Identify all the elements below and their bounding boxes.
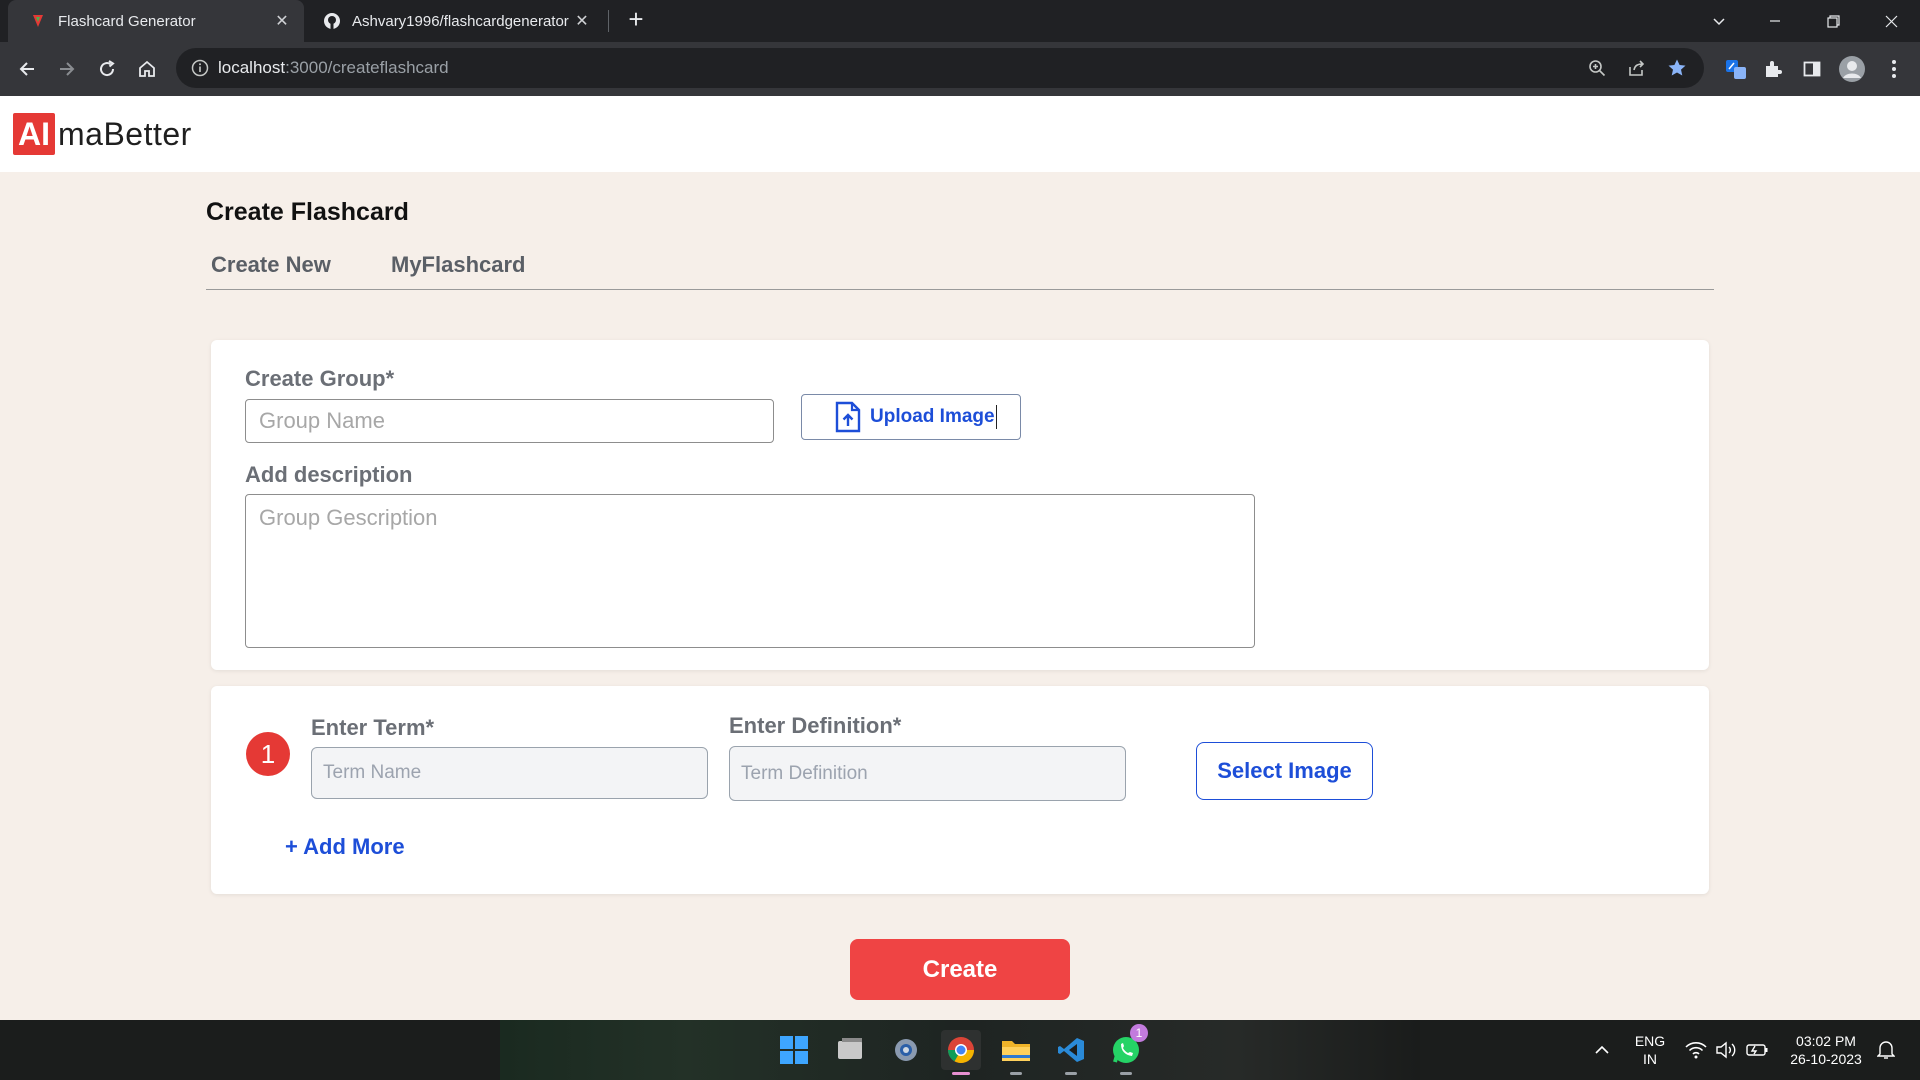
active-indicator bbox=[952, 1072, 970, 1075]
vscode-icon[interactable] bbox=[1051, 1030, 1091, 1075]
tab-my-flashcard[interactable]: MyFlashcard bbox=[391, 252, 526, 278]
task-view-icon[interactable] bbox=[830, 1030, 870, 1070]
close-tab-icon[interactable]: ✕ bbox=[570, 11, 594, 31]
term-number-badge: 1 bbox=[246, 732, 290, 776]
tab-separator bbox=[608, 10, 609, 32]
volume-icon[interactable] bbox=[1714, 1038, 1738, 1062]
nav-divider bbox=[206, 289, 1714, 290]
whatsapp-icon[interactable]: 1 bbox=[1106, 1024, 1148, 1075]
page-title: Create Flashcard bbox=[206, 198, 409, 226]
new-tab-button[interactable]: + bbox=[622, 6, 650, 34]
tab-flashcard-generator[interactable]: Flashcard Generator ✕ bbox=[8, 0, 304, 42]
text-caret bbox=[995, 405, 998, 429]
logo-mark: AI bbox=[13, 113, 55, 155]
tab-search-chevron-icon[interactable] bbox=[1696, 0, 1742, 42]
running-indicator bbox=[1010, 1072, 1022, 1075]
language-indicator[interactable]: ENG IN bbox=[1630, 1032, 1670, 1068]
upload-image-label: Upload Image bbox=[870, 406, 995, 427]
running-indicator bbox=[1120, 1072, 1132, 1075]
browser-tab-bar: Flashcard Generator ✕ Ashvary1996/flashc… bbox=[0, 0, 1920, 42]
group-description-textarea[interactable]: Group Gescription bbox=[245, 494, 1255, 648]
side-panel-icon[interactable] bbox=[1796, 53, 1828, 85]
site-info-icon[interactable] bbox=[190, 58, 210, 78]
file-explorer-icon[interactable] bbox=[996, 1030, 1036, 1075]
browser-toolbar: localhost:3000/createflashcard bbox=[0, 42, 1920, 96]
file-upload-icon bbox=[835, 401, 861, 433]
github-icon bbox=[324, 13, 340, 29]
tab-title: Flashcard Generator bbox=[58, 12, 196, 30]
tab-title: Ashvary1996/flashcardgenerator bbox=[352, 12, 569, 30]
clock[interactable]: 03:02 PM 26-10-2023 bbox=[1778, 1032, 1874, 1068]
notification-badge: 1 bbox=[1130, 1024, 1148, 1042]
upload-image-button[interactable]: Upload Image bbox=[801, 394, 1021, 440]
app-header: AI maBetter bbox=[0, 96, 1920, 172]
create-group-label: Create Group* bbox=[245, 366, 395, 391]
definition-label: Enter Definition* bbox=[729, 713, 902, 738]
chrome-taskbar-icon[interactable] bbox=[941, 1030, 981, 1075]
clock-time: 03:02 PM bbox=[1796, 1033, 1856, 1049]
back-icon[interactable] bbox=[12, 54, 42, 84]
select-image-button[interactable]: Select Image bbox=[1196, 742, 1373, 800]
address-bar[interactable]: localhost:3000/createflashcard bbox=[176, 48, 1704, 88]
close-tab-icon[interactable]: ✕ bbox=[270, 11, 294, 31]
logo-text: maBetter bbox=[58, 115, 192, 152]
browser-menu-icon[interactable] bbox=[1878, 53, 1910, 85]
description-label: Add description bbox=[245, 462, 413, 487]
bookmark-star-icon[interactable] bbox=[1666, 57, 1688, 79]
running-indicator bbox=[1065, 1072, 1077, 1075]
create-button[interactable]: Create bbox=[850, 939, 1070, 1000]
share-icon[interactable] bbox=[1626, 57, 1648, 79]
close-window-icon[interactable] bbox=[1868, 0, 1914, 42]
forward-icon[interactable] bbox=[52, 54, 82, 84]
home-icon[interactable] bbox=[132, 54, 162, 84]
add-more-button[interactable]: + Add More bbox=[285, 834, 405, 860]
clock-date: 26-10-2023 bbox=[1790, 1051, 1862, 1067]
settings-gear-icon[interactable] bbox=[886, 1030, 926, 1070]
term-name-input[interactable]: Term Name bbox=[311, 747, 708, 799]
profile-avatar[interactable] bbox=[1836, 53, 1868, 85]
almabetter-logo[interactable]: AI maBetter bbox=[13, 113, 192, 155]
term-label: Enter Term* bbox=[311, 715, 435, 740]
group-name-input[interactable]: Group Name bbox=[245, 399, 774, 443]
show-hidden-icons-chevron-icon[interactable] bbox=[1590, 1038, 1614, 1062]
wifi-icon[interactable] bbox=[1684, 1038, 1708, 1062]
term-definition-input[interactable]: Term Definition bbox=[729, 746, 1126, 801]
windows-taskbar: 1 ENG IN 03:02 PM 26-10-2023 bbox=[0, 1020, 1920, 1080]
zoom-icon[interactable] bbox=[1586, 57, 1608, 79]
battery-icon[interactable] bbox=[1745, 1038, 1769, 1062]
translate-extension-icon[interactable] bbox=[1720, 53, 1752, 85]
notification-bell-icon[interactable] bbox=[1874, 1038, 1898, 1062]
windows-start-icon[interactable] bbox=[774, 1030, 814, 1070]
tab-github[interactable]: Ashvary1996/flashcardgenerator ✕ bbox=[306, 0, 604, 42]
extensions-puzzle-icon[interactable] bbox=[1757, 53, 1789, 85]
tab-create-new[interactable]: Create New bbox=[211, 252, 331, 278]
url-text: localhost:3000/createflashcard bbox=[218, 58, 449, 77]
restore-icon[interactable] bbox=[1810, 0, 1856, 42]
minimize-icon[interactable] bbox=[1752, 0, 1798, 42]
reload-icon[interactable] bbox=[92, 54, 122, 84]
flashcard-favicon-icon bbox=[33, 15, 43, 27]
